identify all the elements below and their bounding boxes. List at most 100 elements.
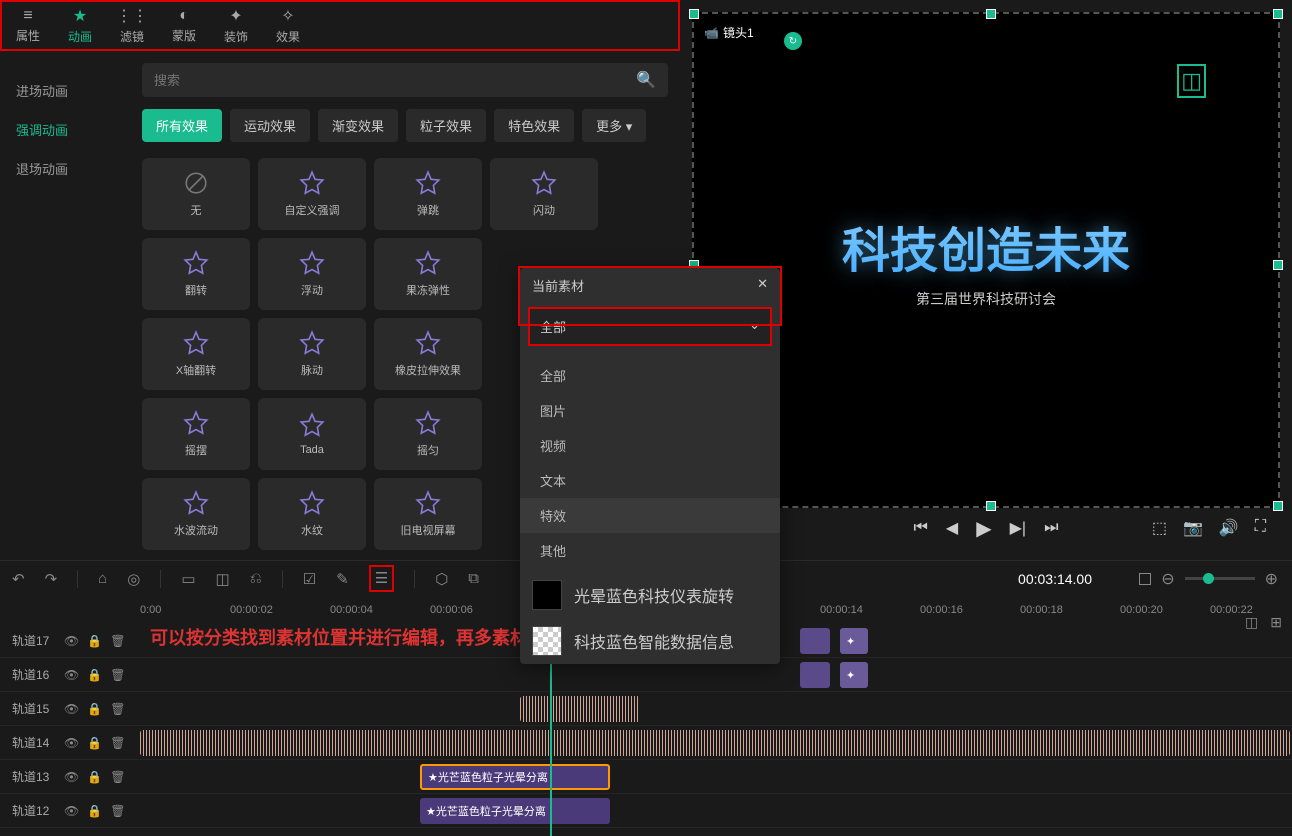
zoom-fit-icon[interactable]: [1139, 573, 1151, 585]
zoom-slider[interactable]: [1185, 577, 1255, 580]
trash-icon[interactable]: 🗑: [110, 634, 125, 648]
prev-frame-icon[interactable]: ◀: [946, 518, 958, 538]
selection-handle-tl[interactable]: [689, 9, 699, 19]
preview-canvas[interactable]: 📹 镜头1 ↻ ◫ 科技创造未来 第三届世界科技研讨会: [692, 12, 1280, 508]
tab-decorate[interactable]: ✦装饰: [210, 2, 262, 49]
filter-special[interactable]: 特色效果: [494, 109, 574, 142]
audio-clip[interactable]: [140, 730, 1290, 756]
audio-clip[interactable]: [520, 696, 640, 722]
trash-icon[interactable]: 🗑: [110, 804, 125, 818]
effect-card[interactable]: 脉动: [258, 318, 366, 390]
checklist-icon[interactable]: ☑: [303, 570, 316, 588]
fullscreen-icon[interactable]: ⛶: [1255, 518, 1266, 538]
trash-icon[interactable]: 🗑: [110, 702, 125, 716]
filter-all[interactable]: 所有效果: [142, 109, 222, 142]
redo-icon[interactable]: ↷: [45, 570, 58, 588]
prev-clip-icon[interactable]: ⏮: [914, 519, 928, 537]
effect-card[interactable]: 翻转: [142, 238, 250, 310]
snapshot-icon[interactable]: 📷: [1183, 518, 1203, 538]
material-item[interactable]: 光晕蓝色科技仪表旋转: [520, 572, 780, 618]
popup-dropdown[interactable]: 全部⌄: [528, 307, 772, 346]
eye-icon[interactable]: 👁: [64, 770, 79, 784]
fx-clip[interactable]: ★ 光芒蓝色粒子光晕分离: [420, 798, 610, 824]
tab-mask[interactable]: ◐蒙版: [158, 3, 210, 48]
popup-option[interactable]: 文本: [520, 463, 780, 498]
popup-option[interactable]: 其他: [520, 533, 780, 568]
effect-card[interactable]: 自定义强调: [258, 158, 366, 230]
tab-effects[interactable]: ✧效果: [262, 2, 314, 49]
eye-icon[interactable]: 👁: [64, 634, 79, 648]
next-frame-icon[interactable]: ▶|: [1010, 518, 1026, 538]
tab-filter[interactable]: ⋮⋮滤镜: [106, 2, 158, 49]
trash-icon[interactable]: 🗑: [110, 770, 125, 784]
zoom-out-icon[interactable]: ⊖: [1161, 569, 1174, 589]
home-icon[interactable]: ⌂: [98, 570, 107, 587]
clip[interactable]: [800, 662, 830, 688]
effect-card[interactable]: 浮动: [258, 238, 366, 310]
trash-icon[interactable]: 🗑: [110, 736, 125, 750]
tab-attributes[interactable]: ≡属性: [2, 3, 54, 48]
selection-handle-mr[interactable]: [1273, 260, 1283, 270]
search-bar[interactable]: 🔍: [142, 63, 668, 97]
effect-card[interactable]: 水纹: [258, 478, 366, 550]
popup-close-icon[interactable]: ✕: [757, 276, 768, 295]
popup-option[interactable]: 全部: [520, 358, 780, 393]
next-clip-icon[interactable]: ⏭: [1044, 519, 1058, 537]
side-emphasis-anim[interactable]: 强调动画: [0, 110, 130, 149]
crop-icon[interactable]: ◫: [1177, 64, 1206, 98]
copy-icon[interactable]: ⧉: [468, 570, 479, 587]
undo-icon[interactable]: ↶: [12, 570, 25, 588]
rotation-handle[interactable]: ↻: [784, 32, 802, 50]
effect-card[interactable]: X轴翻转: [142, 318, 250, 390]
clip[interactable]: [800, 628, 830, 654]
crop-tool-icon[interactable]: ◫: [216, 570, 230, 588]
effect-card[interactable]: 无: [142, 158, 250, 230]
clip[interactable]: ✦: [840, 628, 868, 654]
effect-card[interactable]: 摇摆: [142, 398, 250, 470]
layers-icon[interactable]: ☰: [375, 570, 388, 587]
popup-option[interactable]: 图片: [520, 393, 780, 428]
clip[interactable]: ✦: [840, 662, 868, 688]
eye-icon[interactable]: 👁: [64, 736, 79, 750]
filter-gradient[interactable]: 渐变效果: [318, 109, 398, 142]
selection-handle-tm[interactable]: [986, 9, 996, 19]
lock-icon[interactable]: 🔒: [87, 770, 102, 784]
zoom-in-icon[interactable]: ⊕: [1265, 569, 1278, 589]
lock-icon[interactable]: 🔒: [87, 634, 102, 648]
popup-option[interactable]: 视频: [520, 428, 780, 463]
eye-icon[interactable]: 👁: [64, 668, 79, 682]
effect-card[interactable]: 弹跳: [374, 158, 482, 230]
play-icon[interactable]: ▶: [976, 516, 991, 541]
trash-icon[interactable]: 🗑: [110, 668, 125, 682]
filter-more[interactable]: 更多 ▾: [582, 109, 646, 142]
side-out-anim[interactable]: 退场动画: [0, 149, 130, 188]
effect-card[interactable]: 闪动: [490, 158, 598, 230]
filter-particle[interactable]: 粒子效果: [406, 109, 486, 142]
lock-icon[interactable]: 🔒: [87, 804, 102, 818]
search-input[interactable]: [154, 73, 636, 88]
effect-card[interactable]: 橡皮拉伸效果: [374, 318, 482, 390]
volume-icon[interactable]: 🔊: [1219, 518, 1239, 538]
eye-icon[interactable]: 👁: [64, 702, 79, 716]
aspect-icon[interactable]: ⬚: [1152, 518, 1167, 538]
effect-card[interactable]: 旧电视屏幕: [374, 478, 482, 550]
select-icon[interactable]: ▭: [181, 570, 195, 588]
target-icon[interactable]: ◎: [127, 570, 140, 588]
lock-icon[interactable]: 🔒: [87, 702, 102, 716]
side-in-anim[interactable]: 进场动画: [0, 71, 130, 110]
eye-icon[interactable]: 👁: [64, 804, 79, 818]
effect-card[interactable]: 摇匀: [374, 398, 482, 470]
effect-card[interactable]: 水波流动: [142, 478, 250, 550]
filter-motion[interactable]: 运动效果: [230, 109, 310, 142]
tab-animation[interactable]: ★动画: [54, 2, 106, 49]
lock-icon[interactable]: 🔒: [87, 736, 102, 750]
material-item[interactable]: 科技蓝色智能数据信息: [520, 618, 780, 664]
selection-handle-tr[interactable]: [1273, 9, 1283, 19]
marker-icon[interactable]: ⬡: [435, 570, 448, 588]
effect-card[interactable]: Tada: [258, 398, 366, 470]
lock-icon[interactable]: 🔒: [87, 668, 102, 682]
effect-card[interactable]: 果冻弹性: [374, 238, 482, 310]
edit-icon[interactable]: ✎: [336, 570, 349, 588]
popup-option[interactable]: 特效: [520, 498, 780, 533]
split-icon[interactable]: ⎌: [250, 570, 262, 587]
